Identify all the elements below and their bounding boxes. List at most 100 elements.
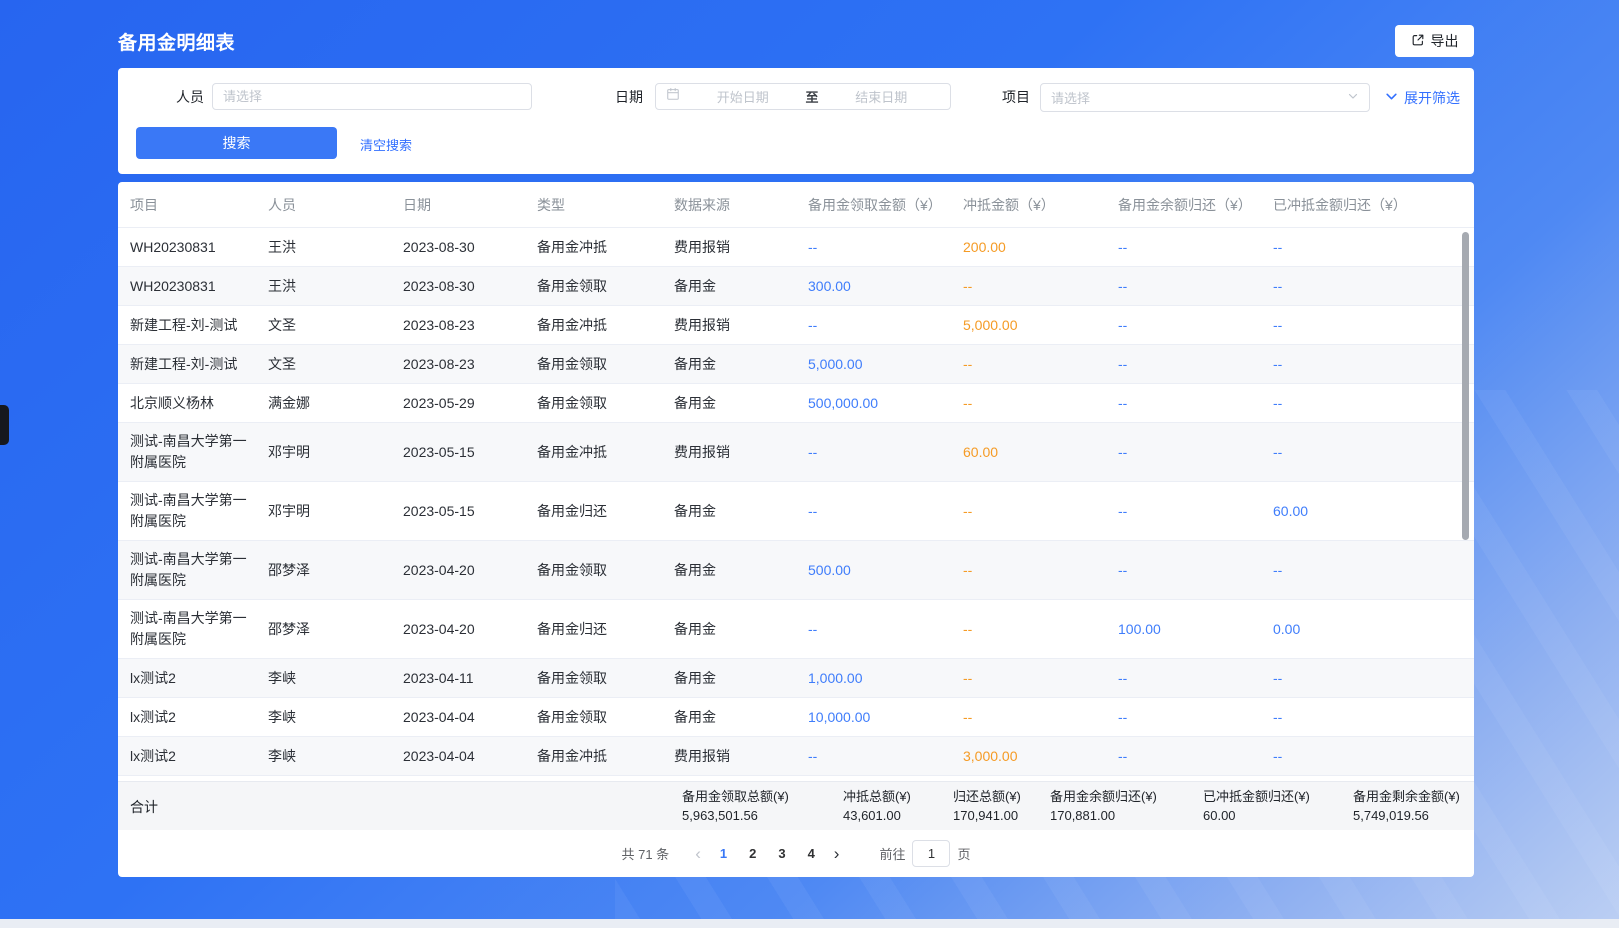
- summary-item-value: 60.00: [1203, 807, 1310, 825]
- cell-person: 邓宇明: [268, 434, 403, 471]
- column-header: 备用金领取金额（¥）: [808, 195, 963, 215]
- cell-type: 备用金冲抵: [537, 229, 674, 266]
- column-header: 日期: [403, 195, 537, 215]
- cell-withdraw: --: [808, 434, 963, 471]
- cell-source: 费用报销: [674, 307, 808, 344]
- cell-withdraw: 1,000.00: [808, 660, 963, 697]
- page-header: 备用金明细表 导出: [118, 25, 1474, 57]
- clear-search-link[interactable]: 清空搜索: [360, 135, 412, 154]
- summary-item-label: 冲抵总额(¥): [843, 788, 911, 806]
- table-row: lx测试2李峡2023-04-04备用金冲抵费用报销--3,000.00----: [118, 737, 1474, 776]
- cell-date: 2023-05-15: [403, 493, 537, 530]
- table-row: lx测试2李峡2023-04-11备用金领取备用金1,000.00------: [118, 659, 1474, 698]
- table-row: 北京顺义杨林满金娜2023-05-29备用金领取备用金500,000.00---…: [118, 384, 1474, 423]
- page-number-button[interactable]: 1: [709, 846, 738, 861]
- cell-type: 备用金领取: [537, 660, 674, 697]
- summary-row: 合计 备用金领取总额(¥)5,963,501.56 冲抵总额(¥)43,601.0…: [118, 781, 1474, 830]
- column-header: 备用金余额归还（¥）: [1118, 195, 1273, 215]
- cell-withdraw: --: [808, 229, 963, 266]
- page-number-button[interactable]: 2: [738, 846, 767, 861]
- cell-person: 满金娜: [268, 385, 403, 422]
- cell-offset: --: [963, 611, 1118, 648]
- cell-offset-return: 0.00: [1273, 611, 1474, 648]
- goto-page-suffix: 页: [957, 844, 970, 863]
- table-row: 测试-南昌大学第一附属医院邓宇明2023-05-15备用金冲抵费用报销--60.…: [118, 423, 1474, 482]
- column-header: 冲抵金额（¥）: [963, 195, 1118, 215]
- summary-item: 归还总额(¥)170,941.00: [953, 788, 1021, 825]
- cell-offset-return: --: [1273, 229, 1474, 266]
- table-row: WH20230831王洪2023-08-30备用金领取备用金300.00----…: [118, 267, 1474, 306]
- date-range-input[interactable]: 开始日期 至 结束日期: [655, 83, 951, 110]
- cell-source: 费用报销: [674, 738, 808, 775]
- cell-withdraw: --: [808, 307, 963, 344]
- cell-offset-return: --: [1273, 307, 1474, 344]
- cell-project: 测试-南昌大学第一附属医院: [130, 541, 268, 599]
- pagination-total-count: 共 71 条: [622, 844, 670, 863]
- cell-person: 文圣: [268, 307, 403, 344]
- pagination-bar: 共 71 条 ‹ 1234 › 前往 页: [118, 830, 1474, 877]
- cell-offset-return: --: [1273, 552, 1474, 589]
- cell-project: 测试-南昌大学第一附属医院: [130, 423, 268, 481]
- side-drawer-handle[interactable]: [0, 405, 9, 445]
- cell-offset-return: --: [1273, 660, 1474, 697]
- cell-withdraw: --: [808, 738, 963, 775]
- cell-date: 2023-04-20: [403, 611, 537, 648]
- summary-item-value: 5,749,019.56: [1353, 807, 1460, 825]
- goto-page-input[interactable]: [912, 840, 950, 867]
- cell-offset-return: --: [1273, 385, 1474, 422]
- summary-item-label: 备用金剩余金额(¥): [1353, 788, 1460, 806]
- goto-page-group: 前往 页: [879, 840, 970, 867]
- cell-source: 备用金: [674, 552, 808, 589]
- export-button-label: 导出: [1431, 31, 1459, 51]
- cell-offset: --: [963, 493, 1118, 530]
- column-header: 项目: [130, 195, 268, 215]
- cell-balance-return: --: [1118, 346, 1273, 383]
- table-scrollbar-thumb[interactable]: [1462, 232, 1469, 540]
- person-filter-input[interactable]: [212, 83, 532, 110]
- cell-person: 文圣: [268, 346, 403, 383]
- cell-source: 备用金: [674, 385, 808, 422]
- summary-item: 备用金领取总额(¥)5,963,501.56: [682, 788, 789, 825]
- table-row: 测试-南昌大学第一附属医院邵梦泽2023-04-20备用金领取备用金500.00…: [118, 541, 1474, 600]
- cell-person: 邓宇明: [268, 493, 403, 530]
- chevron-down-icon: [1347, 89, 1359, 107]
- cell-withdraw: --: [808, 493, 963, 530]
- summary-item: 已冲抵金额归还(¥)60.00: [1203, 788, 1310, 825]
- cell-project: WH20230831: [130, 268, 268, 305]
- cell-offset: --: [963, 552, 1118, 589]
- cell-withdraw: 500,000.00: [808, 385, 963, 422]
- table-row: 新建工程-刘-测试文圣2023-08-23备用金冲抵费用报销--5,000.00…: [118, 306, 1474, 345]
- table-row: 测试-南昌大学第一附属医院邵梦泽2023-04-20备用金归还备用金----10…: [118, 600, 1474, 659]
- page-number-button[interactable]: 3: [767, 846, 796, 861]
- cell-person: 李峡: [268, 738, 403, 775]
- cell-offset: 5,000.00: [963, 307, 1118, 344]
- summary-item-label: 备用金余额归还(¥): [1050, 788, 1157, 806]
- cell-source: 费用报销: [674, 229, 808, 266]
- cell-offset: --: [963, 346, 1118, 383]
- table-row: WH20230831王洪2023-08-30备用金冲抵费用报销--200.00-…: [118, 228, 1474, 267]
- search-button[interactable]: 搜索: [136, 127, 337, 159]
- cell-date: 2023-08-30: [403, 268, 537, 305]
- project-filter-select[interactable]: 请选择: [1040, 83, 1370, 112]
- cell-type: 备用金冲抵: [537, 307, 674, 344]
- prev-page-button[interactable]: ‹: [687, 845, 709, 862]
- summary-item-value: 43,601.00: [843, 807, 911, 825]
- summary-item-value: 5,963,501.56: [682, 807, 789, 825]
- cell-source: 备用金: [674, 611, 808, 648]
- cell-type: 备用金领取: [537, 385, 674, 422]
- next-page-button[interactable]: ›: [826, 845, 848, 862]
- export-button[interactable]: 导出: [1395, 25, 1474, 57]
- cell-balance-return: --: [1118, 660, 1273, 697]
- cell-withdraw: 5,000.00: [808, 346, 963, 383]
- cell-date: 2023-04-11: [403, 660, 537, 697]
- cell-project: lx测试2: [130, 738, 268, 775]
- page-number-button[interactable]: 4: [797, 846, 826, 861]
- summary-total-label: 合计: [130, 797, 158, 817]
- column-header: 类型: [537, 195, 674, 215]
- expand-filters-link[interactable]: 展开筛选: [1385, 88, 1460, 108]
- cell-offset-return: --: [1273, 738, 1474, 775]
- expand-chevron-down-icon: [1385, 90, 1398, 106]
- cell-person: 李峡: [268, 660, 403, 697]
- cell-offset-return: --: [1273, 268, 1474, 305]
- summary-item-label: 归还总额(¥): [953, 788, 1021, 806]
